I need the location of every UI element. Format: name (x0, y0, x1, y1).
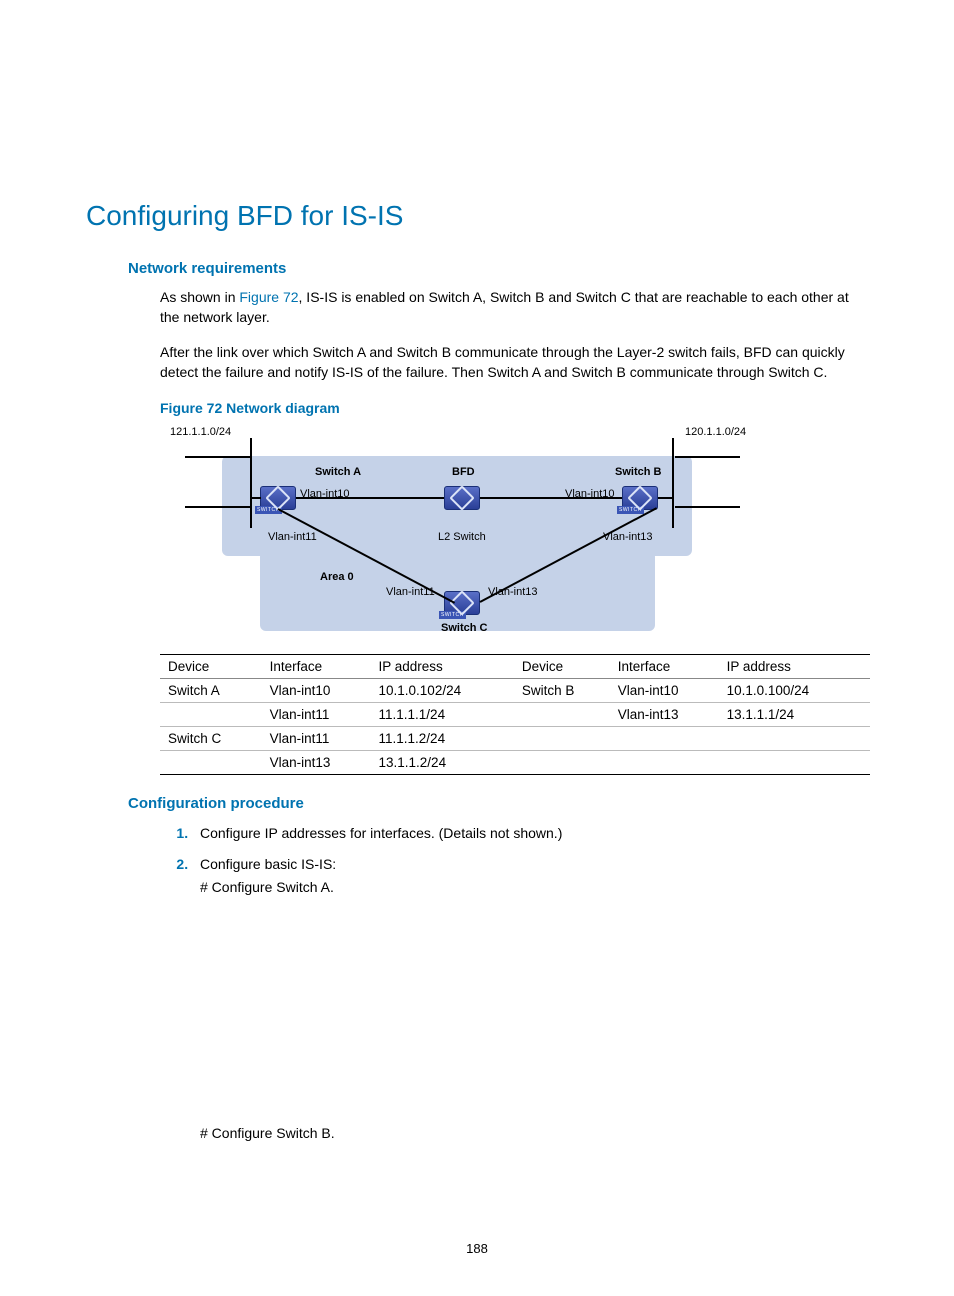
list-item: Configure basic IS-IS: (192, 853, 868, 875)
label-switch-b: Switch B (615, 466, 661, 478)
cell: 11.1.1.1/24 (379, 703, 522, 727)
cell: 13.1.1.1/24 (727, 703, 870, 727)
cell: 10.1.0.100/24 (727, 679, 870, 703)
substep: # Configure Switch B. (200, 1125, 868, 1141)
diagram-line (185, 456, 250, 458)
network-diagram: 121.1.1.0/24 120.1.1.0/24 SWITCH Switch … (160, 426, 700, 646)
figure-link[interactable]: Figure 72 (239, 289, 298, 305)
col-interface: Interface (618, 655, 727, 679)
cell: Switch B (522, 679, 618, 703)
diagram-line (250, 438, 252, 528)
cell: Switch C (160, 727, 270, 751)
text: As shown in (160, 289, 239, 305)
figure-caption: Figure 72 Network diagram (160, 400, 868, 416)
label-net-b: 120.1.1.0/24 (685, 426, 746, 438)
switch-icon (444, 486, 480, 510)
col-device: Device (522, 655, 618, 679)
switch-icon: SWITCH (260, 486, 296, 510)
col-ip: IP address (727, 655, 870, 679)
diagram-line (252, 497, 261, 499)
page-number: 188 (0, 1241, 954, 1256)
label-bfd: BFD (452, 466, 475, 478)
cell (522, 703, 618, 727)
table-row: Switch C Vlan-int11 11.1.1.2/24 (160, 727, 870, 751)
cell: Vlan-int11 (270, 703, 379, 727)
table-header-row: Device Interface IP address Device Inter… (160, 655, 870, 679)
substep: # Configure Switch A. (200, 879, 868, 895)
col-device: Device (160, 655, 270, 679)
cell (160, 751, 270, 775)
switch-icon: SWITCH (444, 591, 480, 615)
diagram-line (675, 506, 740, 508)
cell: Vlan-int11 (270, 727, 379, 751)
cell: Vlan-int10 (618, 679, 727, 703)
diagram-line (480, 497, 622, 499)
cell (727, 751, 870, 775)
paragraph-1: As shown in Figure 72, IS-IS is enabled … (160, 287, 868, 328)
cell: Vlan-int10 (270, 679, 379, 703)
diagram-line (672, 438, 674, 528)
cell: Switch A (160, 679, 270, 703)
diagram-line (185, 506, 250, 508)
table-row: Vlan-int11 11.1.1.1/24 Vlan-int13 13.1.1… (160, 703, 870, 727)
paragraph-2: After the link over which Switch A and S… (160, 342, 868, 383)
cell (160, 703, 270, 727)
cell (522, 727, 618, 751)
label-vlan: Vlan-int11 (268, 531, 317, 543)
procedure-list: Configure IP addresses for interfaces. (… (192, 822, 868, 875)
col-interface: Interface (270, 655, 379, 679)
cell: 11.1.1.2/24 (379, 727, 522, 751)
cell (727, 727, 870, 751)
cell: 10.1.0.102/24 (379, 679, 522, 703)
section-network-requirements: Network requirements (128, 260, 868, 277)
col-ip: IP address (379, 655, 522, 679)
table-row: Switch A Vlan-int10 10.1.0.102/24 Switch… (160, 679, 870, 703)
page-title: Configuring BFD for IS-IS (86, 200, 868, 232)
cell: 13.1.1.2/24 (379, 751, 522, 775)
address-table: Device Interface IP address Device Inter… (160, 654, 870, 775)
section-configuration-procedure: Configuration procedure (128, 795, 868, 812)
cell (618, 727, 727, 751)
label-l2: L2 Switch (438, 531, 486, 543)
label-net-a: 121.1.1.0/24 (170, 426, 231, 438)
switch-icon: SWITCH (622, 486, 658, 510)
table-row: Vlan-int13 13.1.1.2/24 (160, 751, 870, 775)
diagram-line (296, 497, 444, 499)
label-switch-c: Switch C (441, 622, 487, 634)
diagram-line (658, 497, 673, 499)
label-switch-a: Switch A (315, 466, 361, 478)
list-item: Configure IP addresses for interfaces. (… (192, 822, 868, 844)
diagram-line (675, 456, 740, 458)
cell (618, 751, 727, 775)
label-area0: Area 0 (320, 571, 354, 583)
cell (522, 751, 618, 775)
cell: Vlan-int13 (270, 751, 379, 775)
cell: Vlan-int13 (618, 703, 727, 727)
